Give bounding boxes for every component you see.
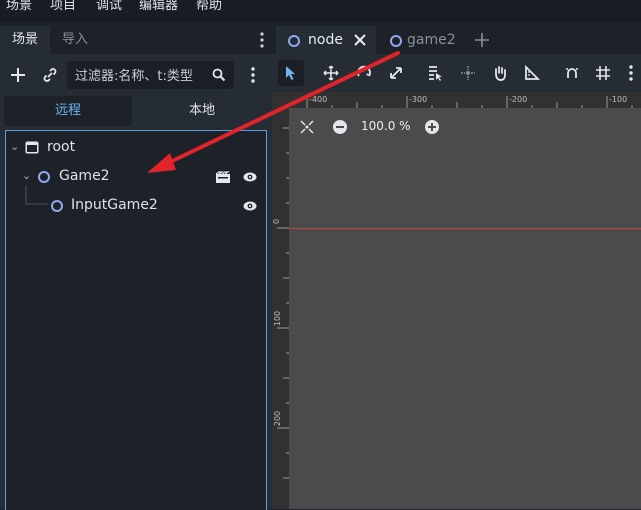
visibility-eye-icon[interactable] bbox=[243, 200, 257, 212]
ruler-vertical[interactable]: 0 100 200 bbox=[272, 92, 289, 509]
tree-label-game2: Game2 bbox=[59, 168, 110, 184]
select-mode-button[interactable] bbox=[278, 60, 304, 86]
more-icon bbox=[251, 67, 255, 83]
instance-scene-button[interactable] bbox=[37, 61, 63, 89]
node-icon bbox=[390, 35, 402, 47]
zoom-out-icon[interactable] bbox=[332, 119, 348, 135]
chevron-down-icon[interactable]: ⌄ bbox=[10, 140, 19, 153]
snap-icon bbox=[566, 68, 578, 78]
menu-bar: 场景 项目 调试 编辑器 帮助 bbox=[0, 0, 641, 22]
tree-guide-line bbox=[25, 185, 48, 205]
remote-button[interactable]: 远程 bbox=[4, 96, 132, 126]
tab-game2[interactable]: game2 bbox=[380, 26, 464, 54]
grid-snap-button[interactable] bbox=[590, 60, 616, 86]
x-axis-line bbox=[289, 228, 641, 229]
plus-icon bbox=[11, 68, 25, 82]
hand-icon bbox=[495, 66, 506, 81]
pan-mode-button[interactable] bbox=[487, 60, 513, 86]
tree-label-inputgame2: InputGame2 bbox=[71, 197, 158, 213]
dock-menu-icon[interactable] bbox=[255, 30, 269, 50]
zoom-controls: 100.0 % bbox=[298, 117, 448, 137]
more-icon bbox=[629, 65, 633, 81]
tab-scene[interactable]: 场景 bbox=[0, 26, 51, 54]
move-icon bbox=[323, 65, 339, 81]
center-view-icon[interactable] bbox=[300, 120, 314, 134]
canvas-toolbar bbox=[272, 54, 641, 92]
smart-snap-button[interactable] bbox=[559, 60, 585, 86]
menu-scene[interactable]: 场景 bbox=[6, 0, 32, 13]
chevron-down-icon[interactable]: ⌄ bbox=[22, 169, 31, 182]
ruler-label: -400 bbox=[309, 95, 328, 104]
root-window-icon bbox=[25, 141, 39, 154]
ruler-horizontal[interactable]: -400 -300 -200 -100 bbox=[289, 92, 641, 108]
ruler-mode-button[interactable] bbox=[519, 60, 545, 86]
tab-node[interactable]: node bbox=[276, 26, 376, 54]
editor-tab-bar: node game2 bbox=[272, 26, 641, 54]
menu-editor[interactable]: 编辑器 bbox=[139, 0, 178, 13]
tree-row-root[interactable]: ⌄ root bbox=[6, 135, 266, 161]
tree-label-root: root bbox=[47, 139, 76, 155]
pivot-icon bbox=[461, 66, 475, 80]
scale-mode-button[interactable] bbox=[383, 60, 409, 86]
local-button[interactable]: 本地 bbox=[136, 96, 268, 126]
move-mode-button[interactable] bbox=[318, 60, 344, 86]
pivot-button[interactable] bbox=[455, 60, 481, 86]
rotate-icon bbox=[357, 65, 371, 77]
scale-icon bbox=[390, 67, 402, 79]
ruler-label: -100 bbox=[609, 95, 628, 104]
tab-game2-label: game2 bbox=[407, 32, 456, 48]
ruler-label: 100 bbox=[273, 310, 283, 327]
tree-row-inputgame2[interactable]: InputGame2 bbox=[6, 185, 266, 219]
dock-tab-bar: 场景 导入 bbox=[0, 26, 272, 54]
node-icon bbox=[38, 171, 50, 183]
menu-project[interactable]: 项目 bbox=[50, 0, 76, 13]
zoom-level[interactable]: 100.0 % bbox=[361, 119, 411, 133]
node-icon bbox=[51, 200, 63, 212]
ruler-icon bbox=[525, 65, 540, 80]
ruler-label: 0 bbox=[272, 218, 282, 225]
zoom-in-icon[interactable] bbox=[424, 119, 440, 135]
add-node-button[interactable] bbox=[5, 61, 31, 89]
filter-menu-button[interactable] bbox=[240, 61, 266, 89]
add-tab-icon[interactable] bbox=[474, 32, 490, 48]
pointer-icon bbox=[286, 66, 295, 80]
menu-debug[interactable]: 调试 bbox=[96, 0, 122, 13]
remote-local-switch: 远程 本地 bbox=[4, 96, 268, 126]
link-icon bbox=[43, 68, 57, 82]
ruler-label: -200 bbox=[509, 95, 528, 104]
canvas-viewport[interactable] bbox=[272, 92, 641, 509]
menu-help[interactable]: 帮助 bbox=[196, 0, 222, 13]
toolbar-more-button[interactable] bbox=[624, 60, 638, 86]
ruler-ticks bbox=[306, 96, 633, 108]
rotate-mode-button[interactable] bbox=[351, 60, 377, 86]
visibility-eye-icon[interactable] bbox=[243, 171, 257, 183]
grid-icon bbox=[596, 66, 610, 80]
search-icon bbox=[212, 68, 226, 82]
list-select-icon bbox=[429, 66, 442, 81]
ruler-label: -300 bbox=[409, 95, 428, 104]
filter-input[interactable] bbox=[73, 64, 213, 88]
ruler-label: 200 bbox=[273, 410, 283, 427]
tab-node-label: node bbox=[308, 32, 343, 48]
ruler-ticks bbox=[277, 127, 289, 479]
open-scene-icon[interactable] bbox=[215, 171, 231, 184]
filter-box bbox=[67, 61, 234, 89]
close-icon[interactable] bbox=[354, 34, 366, 46]
scene-tree: ⌄ root ⌄ Game2 InputGame2 bbox=[5, 130, 267, 510]
tab-import[interactable]: 导入 bbox=[50, 26, 100, 54]
node-icon bbox=[288, 35, 300, 47]
list-select-button[interactable] bbox=[422, 60, 448, 86]
